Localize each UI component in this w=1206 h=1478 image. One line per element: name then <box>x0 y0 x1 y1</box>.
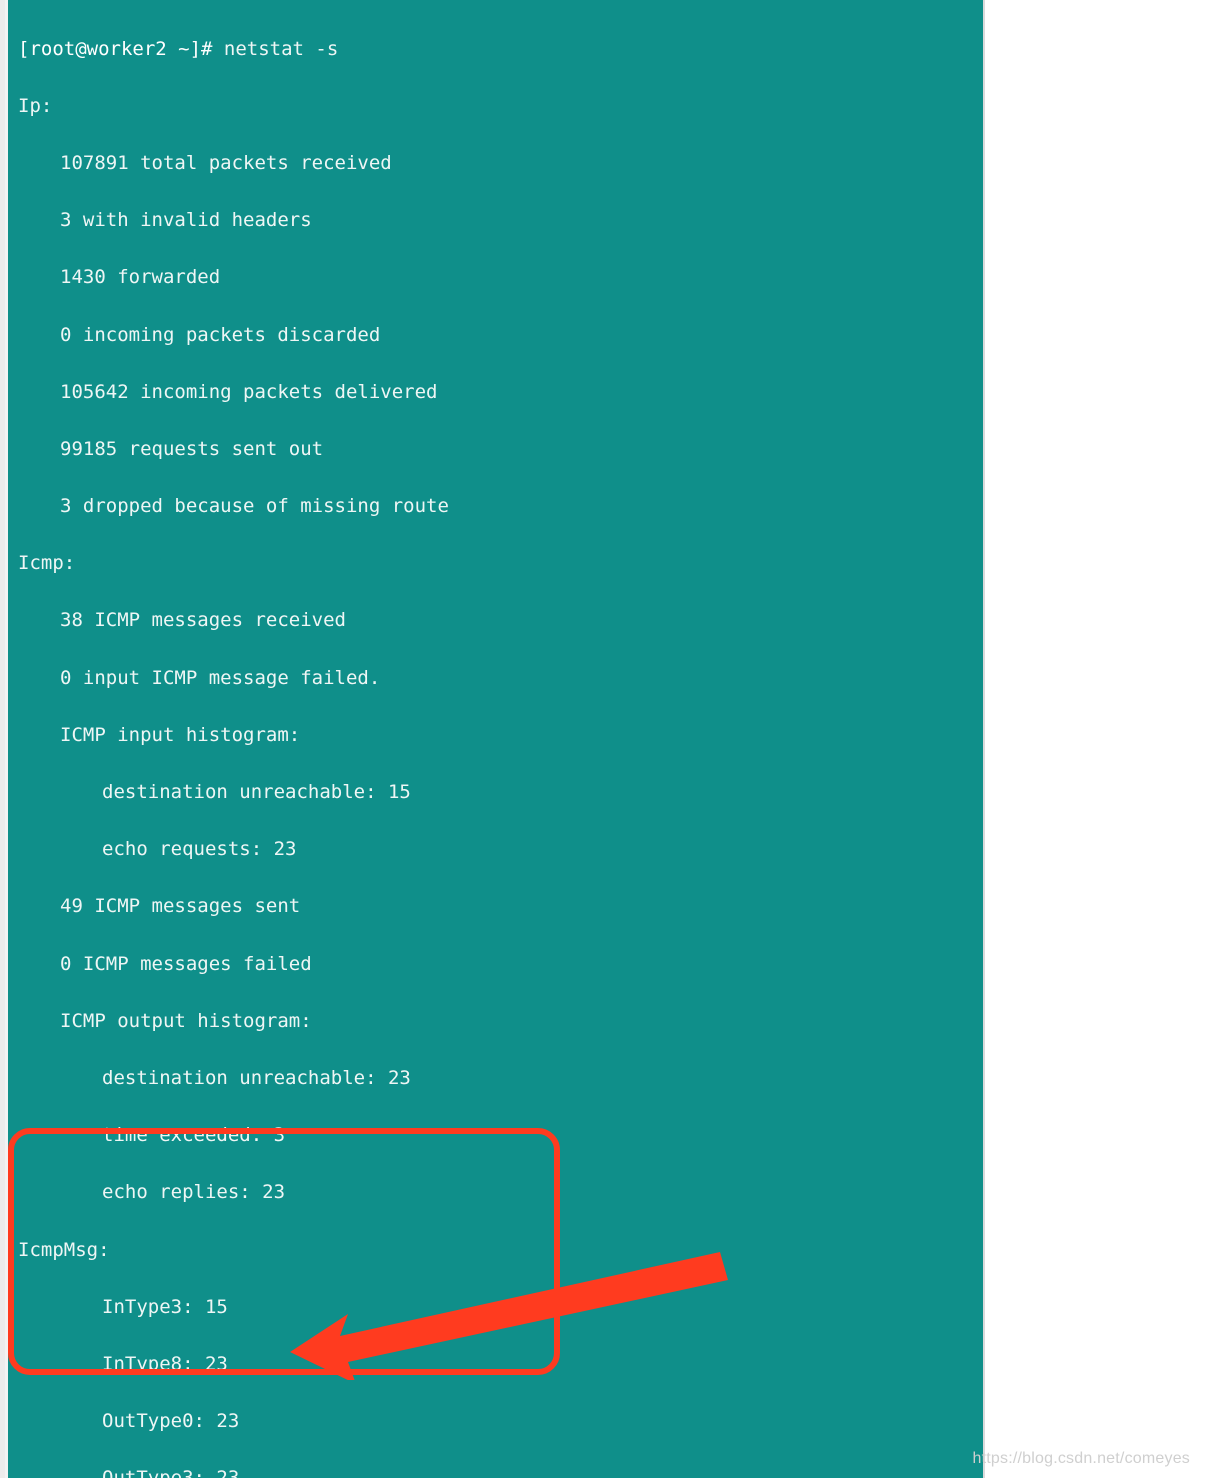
icmp-hist-out: destination unreachable: 23 <box>18 1064 973 1093</box>
icmp-hist-in: destination unreachable: 15 <box>18 778 973 807</box>
icmp-line: 0 input ICMP message failed. <box>18 664 973 693</box>
icmpmsg-line: InType3: 15 <box>18 1293 973 1322</box>
screenshot-frame: [root@worker2 ~]# netstat -s Ip: 107891 … <box>0 0 1206 1478</box>
ip-line: 107891 total packets received <box>18 149 973 178</box>
ip-line: 0 incoming packets discarded <box>18 321 973 350</box>
icmp-hist-out: echo replies: 23 <box>18 1178 973 1207</box>
ip-line: 99185 requests sent out <box>18 435 973 464</box>
terminal-window[interactable]: [root@worker2 ~]# netstat -s Ip: 107891 … <box>8 0 983 1478</box>
icmpmsg-header: IcmpMsg: <box>18 1236 973 1265</box>
shell-command: netstat -s <box>224 38 338 60</box>
divider <box>983 0 985 1478</box>
icmp-line: ICMP output histogram: <box>18 1007 973 1036</box>
shell-prompt: [root@worker2 ~]# <box>18 38 224 60</box>
ip-line: 3 dropped because of missing route <box>18 492 973 521</box>
watermark-text: https://blog.csdn.net/comeyes <box>973 1450 1190 1468</box>
page-background <box>983 0 1206 1478</box>
ip-line: 105642 incoming packets delivered <box>18 378 973 407</box>
icmpmsg-line: OutType0: 23 <box>18 1407 973 1436</box>
prompt-line: [root@worker2 ~]# netstat -s <box>18 35 973 64</box>
ip-header: Ip: <box>18 92 973 121</box>
icmp-hist-in: echo requests: 23 <box>18 835 973 864</box>
icmp-header: Icmp: <box>18 549 973 578</box>
icmp-line: 38 ICMP messages received <box>18 606 973 635</box>
icmp-line: 0 ICMP messages failed <box>18 950 973 979</box>
icmpmsg-line: OutType3: 23 <box>18 1464 973 1478</box>
icmp-hist-out: time exceeded: 3 <box>18 1121 973 1150</box>
icmpmsg-line: InType8: 23 <box>18 1350 973 1379</box>
ip-line: 1430 forwarded <box>18 263 973 292</box>
icmp-line: 49 ICMP messages sent <box>18 892 973 921</box>
icmp-line: ICMP input histogram: <box>18 721 973 750</box>
ip-line: 3 with invalid headers <box>18 206 973 235</box>
